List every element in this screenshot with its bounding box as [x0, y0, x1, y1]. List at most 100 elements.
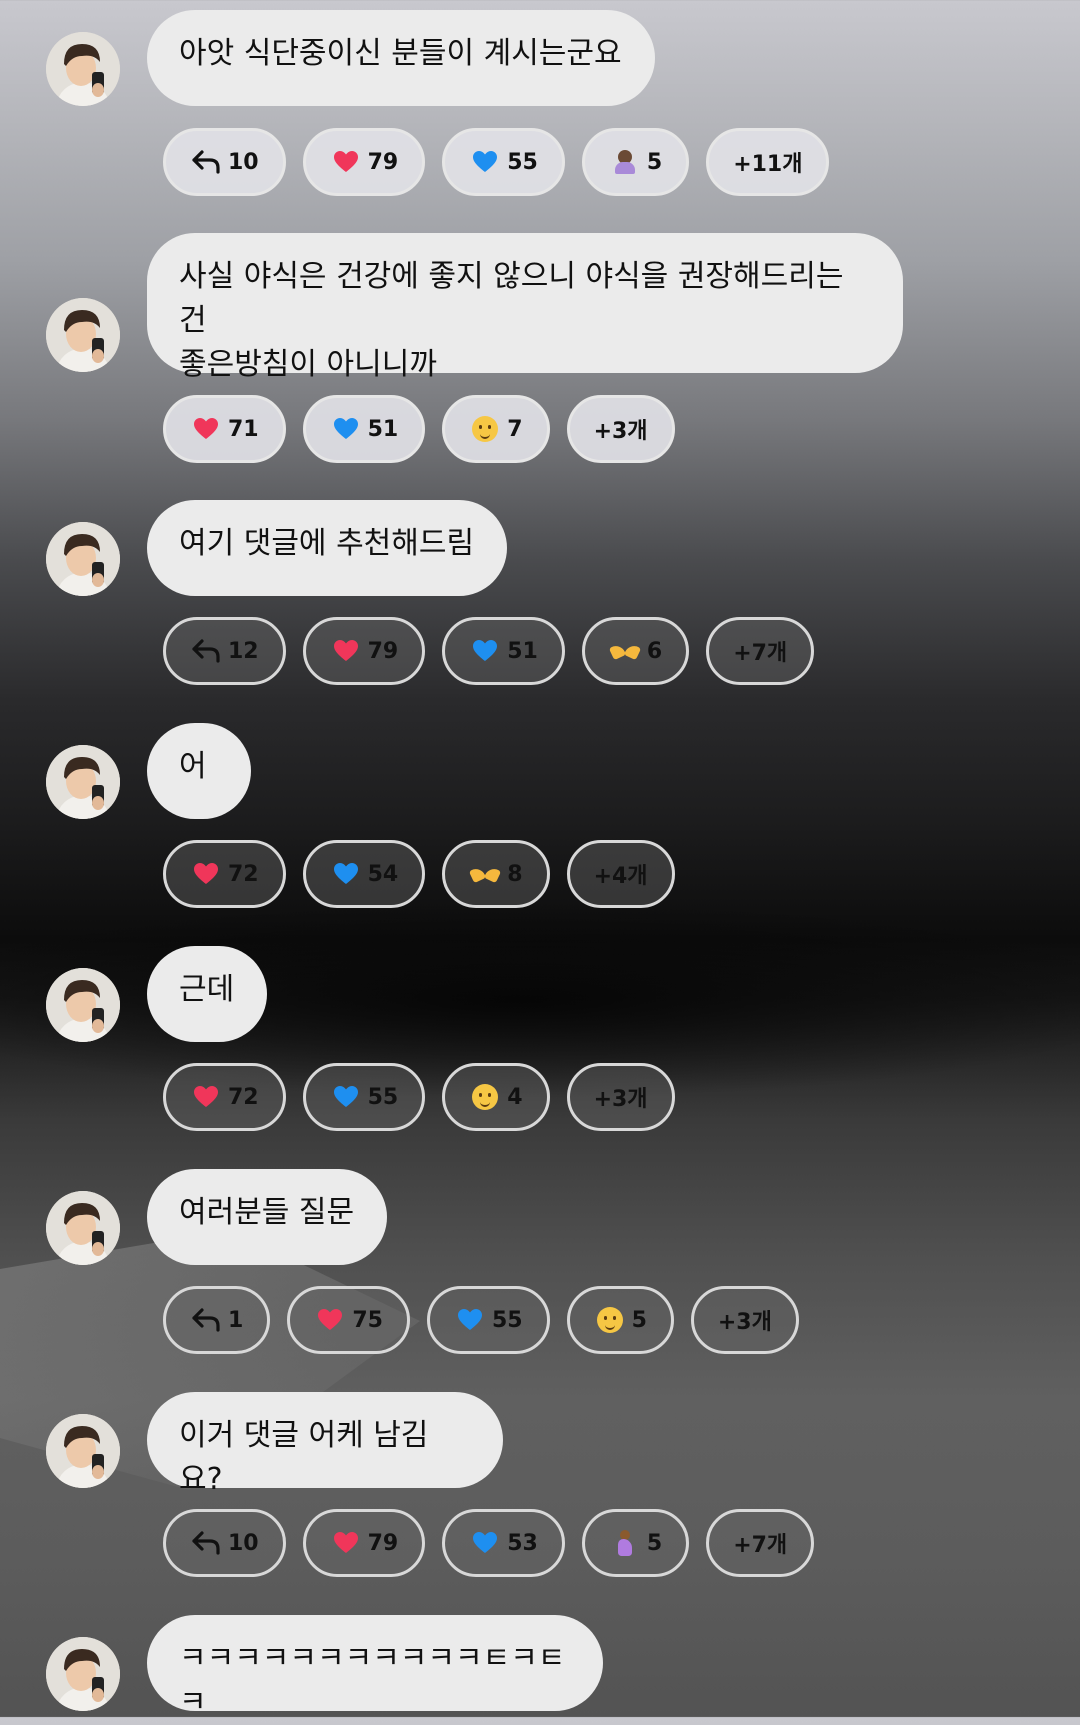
reaction-bar: 10 79 53 5 +7개 [163, 1509, 815, 1577]
message-bubble[interactable]: 이거 댓글 어케 남김요? [147, 1392, 503, 1497]
heart-hands-emoji-icon [609, 636, 641, 666]
reaction-pill[interactable]: 4 [442, 1063, 550, 1131]
message-bubble[interactable]: ㅋㅋㅋㅋㅋㅋㅋㅋㅋㅋㅋㅌㅋㅌㅋ [147, 1615, 603, 1720]
blue-heart-icon [454, 1305, 486, 1335]
reaction-pill[interactable]: 71 [163, 395, 286, 463]
reaction-count: 71 [228, 416, 259, 442]
reaction-pill[interactable]: 10 [163, 1509, 286, 1577]
reaction-count: 72 [228, 861, 259, 887]
reaction-count: 10 [228, 149, 259, 175]
reaction-count: +3개 [717, 1310, 772, 1335]
reaction-pill[interactable]: 79 [302, 1509, 426, 1577]
reaction-pill[interactable]: 5 [566, 1286, 674, 1354]
reaction-pill[interactable]: 53 [442, 1509, 565, 1577]
message-bubble[interactable]: 사실 야식은 건강에 좋지 않으니 야식을 권장해드리는건 좋은방침이 아니니까 [147, 233, 903, 382]
message-bubble[interactable]: 여기 댓글에 추천해드림 [147, 500, 507, 596]
more-reactions-button[interactable]: +3개 [566, 1063, 675, 1131]
thinking-face-emoji-icon [594, 1305, 626, 1335]
reaction-count: 54 [367, 861, 399, 887]
avatar[interactable] [46, 298, 120, 372]
reaction-pill[interactable]: 55 [302, 1063, 426, 1131]
more-reactions-button[interactable]: +3개 [690, 1286, 799, 1354]
reaction-pill[interactable]: 1 [163, 1286, 271, 1354]
reply-arrow-icon [190, 147, 222, 177]
reaction-bar: 72 55 4 +3개 [163, 1063, 675, 1131]
reaction-bar: 12 79 51 6 +7개 [163, 617, 815, 685]
reaction-count: 10 [228, 1530, 259, 1556]
reaction-pill[interactable]: 72 [163, 1063, 286, 1131]
reaction-pill[interactable]: 79 [302, 617, 426, 685]
avatar[interactable] [46, 1191, 120, 1265]
reaction-pill[interactable]: 5 [581, 1509, 690, 1577]
message-bubble[interactable]: 여러분들 질문 [147, 1169, 387, 1265]
red-heart-icon [190, 1082, 222, 1112]
heart-hands-emoji-icon [469, 859, 501, 889]
reaction-count: +7개 [733, 1533, 788, 1558]
message-bubble[interactable]: 아앗 식단중이신 분들이 계시는군요 [147, 10, 655, 106]
more-reactions-button[interactable]: +7개 [706, 1509, 815, 1577]
message-bubble[interactable]: 근데 [147, 946, 267, 1042]
reaction-pill[interactable]: 75 [287, 1286, 410, 1354]
reaction-bar: 1 75 55 5 +3개 [163, 1286, 799, 1354]
reaction-count: 79 [367, 1530, 399, 1556]
reaction-pill[interactable]: 51 [302, 395, 426, 463]
more-reactions-button[interactable]: +3개 [566, 395, 675, 463]
reaction-pill[interactable]: 12 [163, 617, 286, 685]
avatar[interactable] [46, 745, 120, 819]
reaction-count: 55 [367, 1084, 399, 1110]
avatar[interactable] [46, 522, 120, 596]
reaction-pill[interactable]: 72 [163, 840, 286, 908]
message-bubble[interactable]: 어 [147, 723, 251, 819]
reaction-count: 55 [507, 149, 538, 175]
reaction-count: +4개 [593, 864, 648, 889]
reaction-count: +7개 [733, 641, 788, 666]
blue-heart-icon [330, 859, 362, 889]
reaction-pill[interactable]: 55 [442, 128, 565, 196]
avatar[interactable] [46, 1637, 120, 1711]
reaction-pill[interactable]: 5 [581, 128, 690, 196]
reply-arrow-icon [190, 1305, 222, 1335]
reply-arrow-icon [190, 1528, 222, 1558]
reaction-bar: 72 54 8 +4개 [163, 840, 675, 908]
red-heart-icon [330, 636, 362, 666]
reaction-pill[interactable]: 6 [581, 617, 690, 685]
reaction-count: +3개 [593, 419, 648, 444]
reaction-count: 5 [631, 1307, 647, 1333]
red-heart-icon [190, 414, 222, 444]
reaction-count: 55 [491, 1307, 523, 1333]
blue-heart-icon [330, 1082, 362, 1112]
red-heart-icon [314, 1305, 346, 1335]
reaction-pill[interactable]: 7 [442, 395, 550, 463]
more-reactions-button[interactable]: +4개 [566, 840, 675, 908]
reaction-pill[interactable]: 8 [442, 840, 550, 908]
reaction-count: 5 [646, 1530, 663, 1556]
avatar[interactable] [46, 32, 120, 106]
reaction-count: 72 [228, 1084, 259, 1110]
reply-arrow-icon [190, 636, 222, 666]
reaction-count: 79 [367, 638, 399, 664]
reaction-pill[interactable]: 51 [442, 617, 565, 685]
reaction-count: +11개 [733, 152, 803, 177]
reaction-pill[interactable]: 10 [163, 128, 286, 196]
reaction-count: 8 [507, 861, 523, 887]
more-reactions-button[interactable]: +7개 [706, 617, 815, 685]
blue-heart-icon [469, 636, 501, 666]
rofl-emoji-icon [469, 414, 501, 444]
avatar[interactable] [46, 968, 120, 1042]
reaction-count: 1 [228, 1307, 244, 1333]
thinking-face-emoji-icon [469, 1082, 501, 1112]
reaction-count: 51 [507, 638, 538, 664]
reaction-count: 79 [367, 149, 399, 175]
avatar[interactable] [46, 1414, 120, 1488]
reaction-pill[interactable]: 79 [302, 128, 426, 196]
reaction-pill[interactable]: 55 [426, 1286, 550, 1354]
red-heart-icon [330, 147, 362, 177]
blue-heart-icon [469, 1528, 501, 1558]
reaction-count: 4 [507, 1084, 523, 1110]
blue-heart-icon [469, 147, 501, 177]
reaction-pill[interactable]: 54 [302, 840, 426, 908]
reaction-bar: 10 79 55 5 +11개 [163, 128, 830, 196]
more-reactions-button[interactable]: +11개 [706, 128, 830, 196]
red-heart-icon [190, 859, 222, 889]
reaction-count: 75 [352, 1307, 383, 1333]
